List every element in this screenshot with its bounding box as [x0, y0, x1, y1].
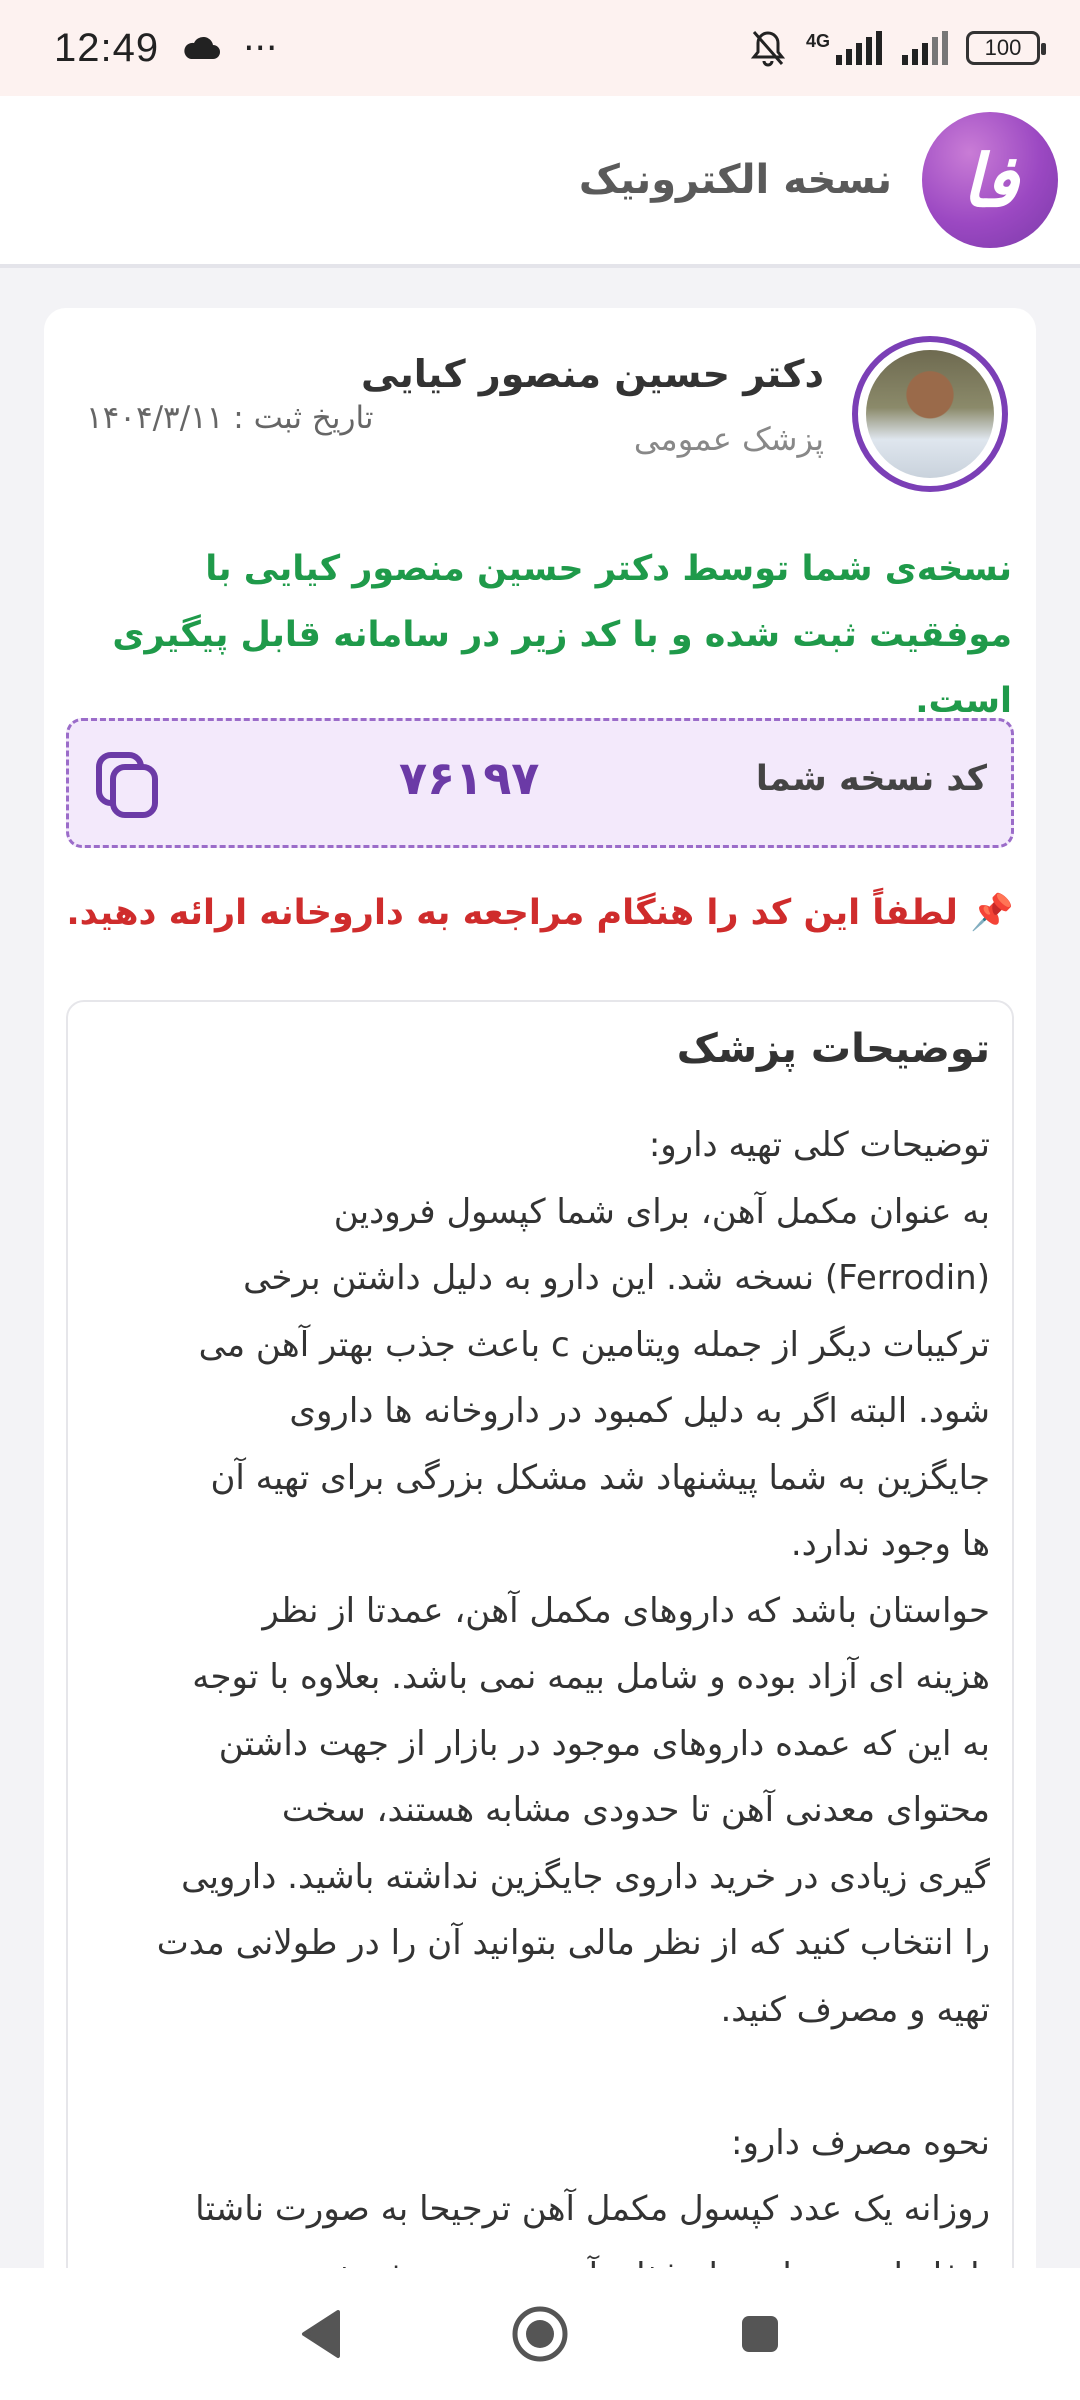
- back-button[interactable]: [285, 2299, 355, 2369]
- doctor-avatar: [852, 336, 1008, 492]
- registration-date: تاریخ ثبت : ۱۴۰۴/۳/۱۱: [86, 400, 374, 436]
- code-label: کد نسخه شما: [755, 759, 987, 799]
- doctor-specialty: پزشک عمومی: [633, 420, 824, 458]
- back-icon: [302, 2310, 340, 2358]
- copy-icon[interactable]: [95, 751, 161, 821]
- battery-indicator: 100: [966, 31, 1046, 65]
- doctor-notes-body: توضیحات کلی تهیه دارو: به عنوان مکمل آهن…: [156, 1125, 990, 2296]
- status-bar: 12:49 ··· 4G 100: [0, 0, 1080, 96]
- page-title: نسخه الکترونیک: [578, 157, 892, 203]
- doctor-notes-card: توضیحات پزشک توضیحات کلی تهیه دارو: به ع…: [66, 1000, 1014, 2320]
- code-value: ۷۶۱۹۷: [399, 751, 540, 805]
- logo-text: فا: [961, 137, 1019, 223]
- status-right: 4G 100: [748, 28, 1046, 68]
- app-logo: فا: [922, 112, 1058, 248]
- app-header: نسخه الکترونیک فا: [0, 96, 1080, 268]
- home-button[interactable]: [505, 2299, 575, 2369]
- network-type: 4G: [805, 30, 830, 51]
- prescription-card: دکتر حسین منصور کیایی پزشک عمومی تاریخ ث…: [44, 308, 1036, 2320]
- signal-icon: [836, 31, 882, 65]
- cloud-icon: [184, 36, 221, 59]
- success-message: نسخه‌ی شما توسط دکتر حسین منصور کیایی با…: [112, 549, 1012, 721]
- recents-icon: [742, 2316, 778, 2352]
- status-time: 12:49: [54, 25, 160, 70]
- signal-icon-2: [902, 31, 948, 65]
- home-icon: [512, 2306, 568, 2362]
- doctor-name: دکتر حسین منصور کیایی: [361, 352, 824, 396]
- doctor-info: دکتر حسین منصور کیایی پزشک عمومی تاریخ ث…: [44, 308, 1036, 508]
- doctor-notes-title: توضیحات پزشک: [676, 1026, 990, 1072]
- prescription-code-box: کد نسخه شما ۷۶۱۹۷: [66, 718, 1014, 848]
- mute-bell-icon: [750, 31, 786, 67]
- avatar-photo: [866, 350, 994, 478]
- status-left: 12:49 ···: [54, 26, 277, 71]
- system-nav-bar: [0, 2268, 1080, 2400]
- more-dots: ···: [243, 27, 278, 69]
- recents-button[interactable]: [725, 2299, 795, 2369]
- pharmacy-notice: 📌 لطفاً این کد را هنگام مراجعه به داروخا…: [66, 893, 1014, 933]
